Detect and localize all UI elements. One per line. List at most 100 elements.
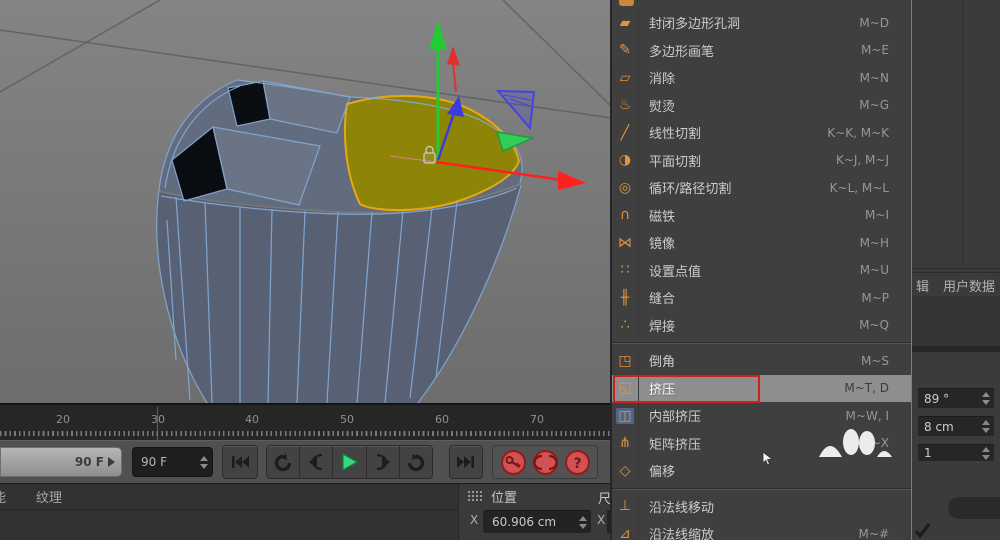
previous-frame-icon [309, 454, 323, 470]
menu-separator [612, 485, 911, 493]
ruler-tick-label: 70 [530, 413, 544, 426]
coordinates-panel: 位置 尺寸 X 60.906 cm X 1 [458, 483, 612, 540]
count-field[interactable]: 1 [918, 444, 994, 461]
frame-stepper[interactable] [200, 455, 208, 469]
length-value: 8 cm [924, 419, 954, 434]
loop-path-cut-icon: ◎ [612, 174, 639, 202]
menu-item-iron[interactable]: ♨ 熨烫 M~G [612, 91, 911, 119]
record-state-button[interactable] [532, 449, 559, 476]
play-button[interactable] [333, 446, 367, 478]
ruler-tick-label: 40 [245, 413, 259, 426]
plane-cut-icon: ◑ [612, 146, 639, 174]
polygon-pen-icon: ✎ [612, 36, 639, 64]
playback-button-group [266, 445, 433, 479]
menu-item-partial[interactable] [612, 0, 911, 9]
ruler-tick-label: 50 [340, 413, 354, 426]
position-header: 位置 [491, 490, 518, 506]
tab-user-data[interactable]: 用户数据 [943, 276, 995, 295]
go-to-end-icon [457, 456, 474, 468]
mirror-icon: ⋈ [612, 229, 639, 257]
matrix-extrude-icon: ⋔ [612, 429, 639, 457]
panel-section [912, 296, 1000, 346]
tab-edit-clipped[interactable]: 辑 [916, 276, 929, 295]
next-key-icon [407, 453, 425, 471]
material-tabs: 能 纹理 [0, 484, 458, 510]
bevel-icon: ◳ [612, 347, 639, 375]
menu-item-set-point-value[interactable]: ∷ 设置点值 M~U [612, 256, 911, 284]
frame-value: 90 F [141, 455, 167, 469]
panel-divider [912, 268, 1000, 269]
length-field[interactable]: 8 cm [918, 416, 994, 436]
menu-item-move-normal[interactable]: ⊥ 沿法线移动 [612, 492, 911, 520]
iron-icon: ♨ [612, 91, 639, 119]
brush-icon [619, 0, 634, 6]
angle-stepper[interactable] [982, 392, 990, 405]
line-cut-icon: ╱ [612, 119, 639, 147]
ruler-tick-marks [0, 431, 612, 436]
magnet-icon: ∩ [612, 201, 639, 229]
record-button-group: ? [492, 445, 598, 479]
scale-normal-icon: ⊿ [612, 520, 639, 540]
go-to-start-icon [232, 456, 249, 468]
previous-key-icon [274, 453, 292, 471]
menu-item-bevel[interactable]: ◳ 倒角 M~S [612, 347, 911, 375]
count-stepper[interactable] [982, 446, 990, 460]
panel-divider [912, 346, 1000, 352]
stitch-sew-icon: ╫ [612, 284, 639, 312]
smooth-shift-icon: ◇ [612, 457, 639, 485]
current-frame-field[interactable]: 90 F [132, 447, 213, 477]
length-stepper[interactable] [982, 420, 990, 433]
transport-bar: 90 F 90 F ? [0, 440, 612, 483]
panel-divider [912, 272, 1000, 273]
menu-item-stitch-sew[interactable]: ╫ 缝合 M~P [612, 284, 911, 312]
mouse-cursor [762, 451, 773, 465]
menu-separator [612, 339, 911, 347]
question-mark-icon: ? [573, 456, 581, 472]
range-arrow-icon [108, 457, 115, 467]
menu-item-polygon-pen[interactable]: ✎ 多边形画笔 M~E [612, 36, 911, 64]
menu-item-mirror[interactable]: ⋈ 镜像 M~H [612, 229, 911, 257]
timeline-range-slider[interactable]: 90 F [0, 447, 122, 477]
x-label: X [470, 513, 479, 527]
play-icon [341, 453, 358, 471]
range-end-label: 90 F [74, 455, 104, 469]
button-partial[interactable] [948, 497, 1000, 519]
tab-clipped[interactable]: 能 [0, 487, 6, 506]
menu-item-line-cut[interactable]: ╱ 线性切割 K~K, M~K [612, 119, 911, 147]
next-frame-icon [376, 454, 390, 470]
weld-icon: ∴ [612, 311, 639, 339]
attribute-tabs: 辑 用户数据 [912, 274, 1000, 296]
position-x-stepper[interactable] [579, 515, 587, 529]
tab-texture[interactable]: 纹理 [36, 487, 62, 506]
go-to-end-button[interactable] [449, 445, 483, 479]
viewport-3d[interactable] [0, 0, 613, 404]
checkmark-icon [914, 523, 931, 539]
menu-item-extrude[interactable]: ◱ 挤压 M~T, D [612, 374, 911, 402]
menu-item-dissolve[interactable]: ▱ 消除 M~N [612, 64, 911, 92]
position-x-field[interactable]: 60.906 cm [483, 510, 591, 533]
extrude-inner-icon: ◫ [616, 407, 634, 424]
angle-value: 89 ° [924, 391, 950, 406]
angle-field[interactable]: 89 ° [918, 388, 994, 408]
menu-item-loop-path-cut[interactable]: ◎ 循环/路径切割 K~L, M~L [612, 174, 911, 202]
ruler-tick-label: 20 [56, 413, 70, 426]
position-grid-icon [467, 490, 484, 502]
timeline-ruler[interactable]: 20 30 40 50 60 70 [0, 403, 612, 440]
next-key-button[interactable] [400, 446, 432, 478]
viewport-scene [0, 0, 613, 404]
previous-key-button[interactable] [267, 446, 301, 478]
previous-frame-button[interactable] [300, 446, 334, 478]
go-to-start-button[interactable] [222, 445, 258, 479]
position-x-value: 60.906 cm [492, 515, 557, 529]
size-x-label: X [597, 513, 606, 527]
menu-item-weld[interactable]: ∴ 焊接 M~Q [612, 311, 911, 339]
menu-item-plane-cut[interactable]: ◑ 平面切割 K~J, M~J [612, 146, 911, 174]
close-polygon-hole-icon: ▰ [612, 9, 639, 37]
count-value: 1 [924, 446, 932, 460]
menu-item-magnet[interactable]: ∩ 磁铁 M~I [612, 201, 911, 229]
help-button[interactable]: ? [564, 449, 591, 476]
record-key-button[interactable] [500, 449, 527, 476]
next-frame-button[interactable] [367, 446, 400, 478]
menu-item-scale-normal[interactable]: ⊿ 沿法线缩放 M~# [612, 520, 911, 540]
menu-item-close-polygon-hole[interactable]: ▰ 封闭多边形孔洞 M~D [612, 9, 911, 37]
